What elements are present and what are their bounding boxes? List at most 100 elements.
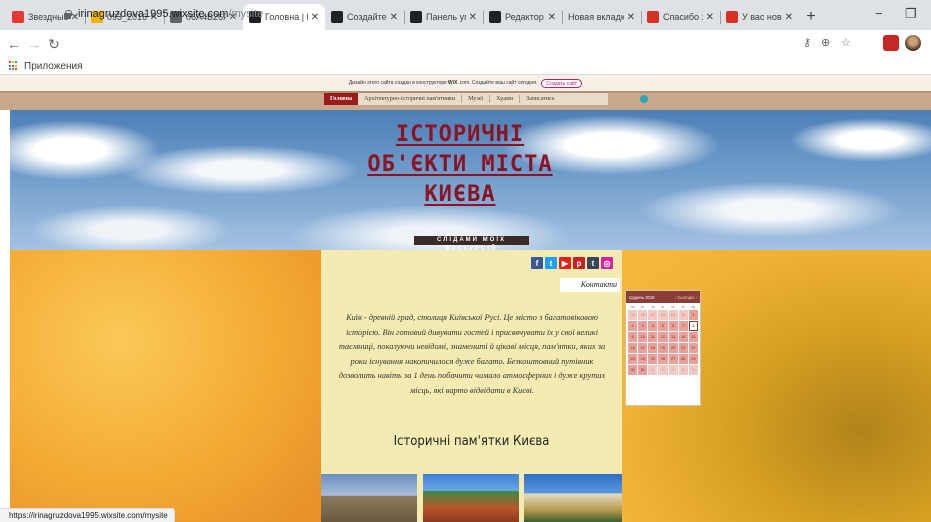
calendar-day[interactable]: 16 xyxy=(628,343,638,353)
background-left xyxy=(10,250,321,522)
calendar-day[interactable]: 26 xyxy=(658,354,668,364)
url-host: irinagruzdova1995.wixsite.com xyxy=(78,8,229,20)
nav-item[interactable]: Музеї xyxy=(462,96,489,102)
calendar-day[interactable]: 26 xyxy=(638,310,648,320)
calendar-day[interactable]: 25 xyxy=(628,310,638,320)
wix-banner: Дизайн этого сайта создан в конструкторе… xyxy=(0,75,931,91)
calendar-day[interactable]: 30 xyxy=(678,310,688,320)
forward-arrow-icon[interactable]: → xyxy=(24,36,44,52)
calendar-weekday: чт xyxy=(661,305,665,309)
calendar-day[interactable]: 2 xyxy=(628,321,638,331)
bookmarks-bar: Приложения xyxy=(0,58,931,75)
nav-item[interactable]: Храми xyxy=(490,96,519,102)
calendar-weekday: пт xyxy=(671,305,675,309)
calendar-day[interactable]: 12 xyxy=(658,332,668,342)
calendar-day[interactable]: 27 xyxy=(668,354,678,364)
calendar-day[interactable]: 19 xyxy=(658,343,668,353)
tab-title: Звездные в xyxy=(28,12,68,22)
page-title: ІСТОРИЧНІ ОБ'ЄКТИ МІСТА КИЄВА xyxy=(335,120,585,210)
landmark-thumbnail[interactable] xyxy=(524,474,622,522)
calendar-day[interactable]: 29 xyxy=(688,354,698,364)
calendar-day[interactable]: 28 xyxy=(658,310,668,320)
calendar-day[interactable]: 10 xyxy=(638,332,648,342)
wix-logo: WiX xyxy=(447,80,458,86)
calendar-day[interactable]: 20 xyxy=(668,343,678,353)
calendar-day[interactable]: 31 xyxy=(638,365,648,375)
maximize-button[interactable]: ❐ xyxy=(905,6,917,22)
calendar-day[interactable]: 18 xyxy=(648,343,658,353)
create-site-button[interactable]: Создать сайт xyxy=(541,78,583,88)
twitter-icon[interactable]: t xyxy=(545,257,557,269)
calendar-day[interactable]: 3 xyxy=(668,365,678,375)
calendar-day[interactable]: 28 xyxy=(678,354,688,364)
calendar-day[interactable]: 14 xyxy=(678,332,688,342)
section-title: Історичні пам'ятки Києва xyxy=(393,434,550,449)
calendar-day[interactable]: 1 xyxy=(648,365,658,375)
avatar[interactable] xyxy=(905,35,921,51)
calendar-prev-button[interactable]: ‹ xyxy=(675,295,676,300)
calendar-day[interactable]: 7 xyxy=(678,321,688,331)
calendar-weekday: пн xyxy=(631,305,635,309)
zoom-icon[interactable]: ⊕ xyxy=(821,36,830,49)
calendar-day[interactable]: 4 xyxy=(678,365,688,375)
calendar-today-button[interactable]: Сьогодні xyxy=(678,295,695,300)
calendar-day[interactable]: 5 xyxy=(688,365,698,375)
back-arrow-icon[interactable]: ← xyxy=(4,36,24,52)
landmark-thumbnail[interactable] xyxy=(423,474,519,522)
calendar-day[interactable]: 1 xyxy=(688,310,698,320)
calendar-day[interactable]: 9 xyxy=(628,332,638,342)
title-line-3: КИЄВА xyxy=(424,182,496,207)
site-nav: Головна Архітектурно-історичні пам'ятники… xyxy=(324,93,608,105)
address-bar[interactable]: irinagruzdova1995.wixsite.com/mysite xyxy=(63,4,823,24)
calendar-day[interactable]: 6 xyxy=(668,321,678,331)
calendar-day[interactable]: 29 xyxy=(668,310,678,320)
calendar-day[interactable]: 24 xyxy=(638,354,648,364)
wix-banner-text: Дизайн этого сайта создан в конструкторе xyxy=(348,80,447,86)
browser-toolbar: ← → ↻ xyxy=(0,30,931,58)
calendar-next-button[interactable]: › xyxy=(696,295,697,300)
calendar-day[interactable]: 4 xyxy=(648,321,658,331)
calendar-day[interactable]: 25 xyxy=(648,354,658,364)
calendar-weekday: сб xyxy=(681,305,685,309)
calendar-day[interactable]: 13 xyxy=(668,332,678,342)
key-icon[interactable]: ⚷ xyxy=(803,36,811,49)
minimize-button[interactable]: − xyxy=(875,6,883,21)
calendar-day[interactable]: 2 xyxy=(658,365,668,375)
calendar-day[interactable]: 21 xyxy=(678,343,688,353)
calendar-weekday: ср xyxy=(651,305,655,309)
contacts-link[interactable]: Контакти xyxy=(560,278,620,292)
extension-icon[interactable] xyxy=(883,35,899,51)
calendar-day[interactable]: 5 xyxy=(658,321,668,331)
youtube-music-icon xyxy=(12,11,24,23)
calendar-day[interactable]: 30 xyxy=(628,365,638,375)
calendar-day[interactable]: 15 xyxy=(688,332,698,342)
instagram-icon[interactable]: ◎ xyxy=(601,257,613,269)
pinterest-icon[interactable]: p xyxy=(573,257,585,269)
star-icon[interactable]: ☆ xyxy=(841,36,851,49)
apps-grid-icon[interactable] xyxy=(9,61,19,71)
tumblr-icon[interactable]: t xyxy=(587,257,599,269)
calendar-day[interactable]: 3 xyxy=(638,321,648,331)
calendar-day[interactable]: 11 xyxy=(648,332,658,342)
calendar-day[interactable]: 8 xyxy=(688,321,698,331)
site-member-icon[interactable] xyxy=(640,95,648,103)
page-subtitle: СЛІДАМИ МОЇХ ЕКСКУРСІЙ xyxy=(414,236,529,252)
calendar-grid: 25 26 27 28 29 30 1 2 3 4 5 6 7 8 9 10 11 12 13 14 15 16 17 18 1… xyxy=(626,309,700,376)
nav-item[interactable]: Головна xyxy=(324,93,359,105)
nav-item[interactable]: Записатись xyxy=(520,96,561,102)
calendar-day[interactable]: 27 xyxy=(648,310,658,320)
nav-item[interactable]: Архітектурно-історичні пам'ятники xyxy=(358,96,461,102)
title-line-1: ІСТОРИЧНІ xyxy=(395,122,525,147)
youtube-icon[interactable]: ▶ xyxy=(559,257,571,269)
title-line-2: ОБ'ЄКТИ МІСТА xyxy=(367,152,553,177)
calendar-day[interactable]: 17 xyxy=(638,343,648,353)
calendar-weekday: нд xyxy=(691,305,695,309)
calendar-day[interactable]: 22 xyxy=(688,343,698,353)
apps-shortcut[interactable]: Приложения xyxy=(24,61,83,72)
lock-icon xyxy=(63,9,72,19)
facebook-icon[interactable]: f xyxy=(531,257,543,269)
calendar-day[interactable]: 23 xyxy=(628,354,638,364)
landmark-thumbnail[interactable] xyxy=(321,474,417,522)
calendar-header: грудень 2019 ‹ Сьогодні › xyxy=(626,291,700,303)
reload-icon[interactable]: ↻ xyxy=(44,36,64,53)
